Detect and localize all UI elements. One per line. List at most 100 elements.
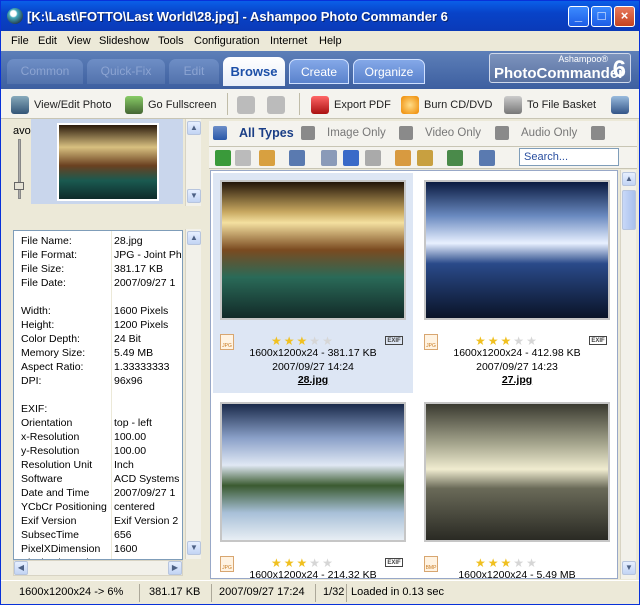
scroll-down-icon[interactable]: ▼: [622, 561, 636, 575]
go-fullscreen-button[interactable]: Go Fullscreen: [125, 95, 216, 115]
star-icon[interactable]: ★: [284, 334, 297, 348]
rating-stars[interactable]: ★★★★★: [271, 334, 335, 348]
menu-internet[interactable]: Internet: [270, 35, 307, 47]
menu-help[interactable]: Help: [319, 35, 342, 47]
thumbnail-item[interactable]: JPG ★★★★★ EXIF 1600x1200x24 - 412.98 KB 2007…: [417, 173, 617, 393]
scroll-up-icon[interactable]: ▲: [622, 172, 636, 186]
star-icon[interactable]: ★: [322, 556, 335, 570]
tab-browse[interactable]: Browse: [223, 57, 285, 86]
scroll-left-icon[interactable]: ◀: [14, 561, 28, 575]
more-tools-button[interactable]: [611, 95, 634, 115]
folder-up-icon[interactable]: [259, 150, 275, 166]
filter-more[interactable]: [591, 126, 617, 140]
zoom-slider[interactable]: [14, 139, 24, 199]
music-note-icon: [495, 126, 509, 140]
star-icon[interactable]: ★: [526, 556, 539, 570]
tab-organize[interactable]: Organize: [353, 59, 425, 84]
favourites-scrollbar[interactable]: ▲ ▼: [185, 119, 201, 206]
star-icon[interactable]: ★: [322, 334, 335, 348]
info-scrollbar[interactable]: ▲ ▼: [185, 229, 201, 559]
scroll-right-icon[interactable]: ▶: [168, 561, 182, 575]
search-input[interactable]: Search...: [519, 148, 619, 166]
close-button[interactable]: ×: [614, 6, 635, 27]
thumbnail-item[interactable]: JPG ★★★★★ EXIF 1600x1200x24 - 214.32 KB: [213, 395, 413, 578]
app-icon[interactable]: [7, 8, 23, 24]
view-mode-icon[interactable]: [479, 150, 495, 166]
sort-icon[interactable]: [447, 150, 463, 166]
star-icon[interactable]: ★: [513, 556, 526, 570]
refresh-icon[interactable]: [343, 150, 359, 166]
scroll-down-icon[interactable]: ▼: [187, 189, 201, 203]
filter-image-only[interactable]: Image Only: [301, 126, 386, 140]
star-icon[interactable]: ★: [526, 334, 539, 348]
thumbnail-date: 2007/09/27 14:24: [272, 361, 354, 373]
info-value: 2007/09/27 1: [114, 487, 176, 499]
thumbnail-filename: 28.jpg: [297, 374, 329, 386]
folder-filter-icon[interactable]: [417, 150, 433, 166]
star-icon[interactable]: ★: [475, 334, 488, 348]
scroll-thumb[interactable]: [622, 190, 636, 230]
pane-icon[interactable]: [321, 150, 337, 166]
info-row: [14, 291, 182, 305]
star-icon[interactable]: ★: [271, 556, 284, 570]
cut-button[interactable]: [237, 95, 260, 115]
folder-search-icon[interactable]: [395, 150, 411, 166]
star-icon[interactable]: ★: [271, 334, 284, 348]
tab-create[interactable]: Create: [289, 59, 349, 84]
thumbnail-item[interactable]: JPG ★★★★★ EXIF 1600x1200x24 - 381.17 KB 2007…: [213, 173, 413, 393]
minimize-button[interactable]: _: [568, 6, 589, 27]
tab-quick-fix[interactable]: Quick-Fix: [87, 59, 165, 84]
info-row: File Format: JPG - Joint Ph: [14, 249, 182, 263]
info-key: Memory Size:: [21, 347, 86, 359]
zoom-icon[interactable]: [365, 150, 381, 166]
info-hscroll[interactable]: ◀ ▶: [13, 560, 183, 576]
tab-edit[interactable]: Edit: [169, 59, 219, 84]
tab-common[interactable]: Common: [7, 59, 83, 84]
layout-icon[interactable]: [289, 150, 305, 166]
title-bar[interactable]: [K:\Last\FOTTO\Last World\28.jpg] - Asha…: [1, 1, 639, 31]
rating-stars[interactable]: ★★★★★: [475, 556, 539, 570]
filter-video-only[interactable]: Video Only: [399, 126, 481, 140]
filter-video-label: Video Only: [425, 127, 482, 139]
rating-stars[interactable]: ★★★★★: [475, 334, 539, 348]
info-value: 1200 Pixels: [114, 319, 169, 331]
filter-all-types[interactable]: All Types: [213, 126, 294, 140]
star-icon[interactable]: ★: [309, 334, 322, 348]
back-arrow-icon[interactable]: [215, 150, 231, 166]
menu-configuration[interactable]: Configuration: [194, 35, 259, 47]
star-icon[interactable]: ★: [501, 334, 514, 348]
grid-scrollbar[interactable]: ▲ ▼: [620, 170, 636, 579]
copy-button[interactable]: [267, 95, 290, 115]
star-icon[interactable]: ★: [284, 556, 297, 570]
star-icon[interactable]: ★: [297, 556, 310, 570]
menu-tools[interactable]: Tools: [158, 35, 184, 47]
star-icon[interactable]: ★: [513, 334, 526, 348]
scroll-up-icon[interactable]: ▲: [187, 121, 201, 135]
slider-knob[interactable]: [14, 182, 24, 190]
filter-image-label: Image Only: [327, 127, 386, 139]
type-filter-bar: All Types Image Only Video Only Audio On…: [209, 121, 637, 147]
rating-stars[interactable]: ★★★★★: [271, 556, 335, 570]
scroll-up-icon[interactable]: ▲: [187, 231, 201, 245]
to-file-basket-button[interactable]: To File Basket: [504, 95, 596, 115]
info-value: Exif Version 2: [114, 515, 179, 527]
star-icon[interactable]: ★: [501, 556, 514, 570]
export-pdf-button[interactable]: Export PDF: [311, 95, 391, 115]
star-icon[interactable]: ★: [488, 556, 501, 570]
scroll-down-icon[interactable]: ▼: [187, 541, 201, 555]
menu-slideshow[interactable]: Slideshow: [99, 35, 149, 47]
menu-edit[interactable]: Edit: [38, 35, 57, 47]
filter-audio-only[interactable]: Audio Only: [495, 126, 577, 140]
star-icon[interactable]: ★: [488, 334, 501, 348]
star-icon[interactable]: ★: [309, 556, 322, 570]
burn-cd-button[interactable]: Burn CD/DVD: [401, 95, 492, 115]
maximize-button[interactable]: □: [591, 6, 612, 27]
thumbnail-item[interactable]: BMP ★★★★★ 1600x1200x24 - 5.49 MB: [417, 395, 617, 578]
star-icon[interactable]: ★: [475, 556, 488, 570]
view-edit-photo-button[interactable]: View/Edit Photo: [11, 95, 111, 115]
menu-file[interactable]: File: [11, 35, 29, 47]
forward-arrow-icon[interactable]: [235, 150, 251, 166]
star-icon[interactable]: ★: [297, 334, 310, 348]
info-row: PixelXDimension 1600: [14, 543, 182, 557]
menu-view[interactable]: View: [67, 35, 91, 47]
